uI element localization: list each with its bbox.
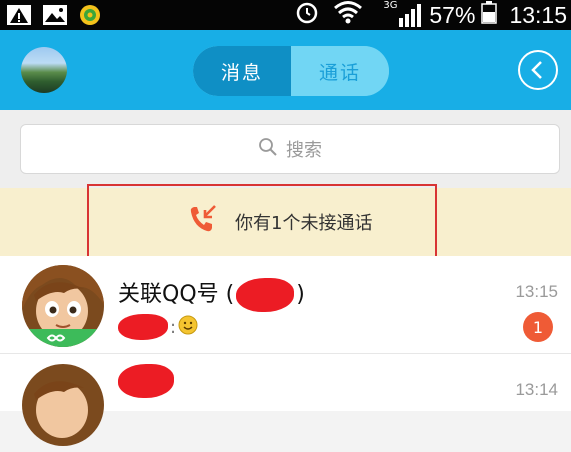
app-notification-icon xyxy=(78,4,102,30)
missed-call-banner[interactable]: 你有1个未接通话 xyxy=(0,188,571,256)
conversation-time: 13:14 xyxy=(515,380,558,399)
profile-avatar[interactable] xyxy=(21,47,67,93)
status-right-icons: 3G 57% 13:15 xyxy=(295,0,567,30)
search-input[interactable]: 搜索 xyxy=(20,124,560,174)
missed-call-icon xyxy=(185,202,221,243)
contact-avatar xyxy=(22,265,104,347)
smiley-emoji-icon xyxy=(178,315,198,340)
redaction-mark xyxy=(118,364,174,398)
conversation-title xyxy=(118,364,174,404)
conversation-preview: : xyxy=(118,314,198,340)
alarm-icon xyxy=(295,0,319,30)
conversation-row[interactable]: 关联QQ号 () : 13:15 1 xyxy=(0,256,571,354)
search-placeholder: 搜索 xyxy=(286,140,322,161)
battery-percent: 57% xyxy=(429,1,476,28)
back-button[interactable] xyxy=(518,50,558,90)
contact-avatar xyxy=(22,364,104,446)
tab-calls[interactable]: 通话 xyxy=(291,46,389,96)
wifi-icon xyxy=(333,0,363,30)
signal-icon: 3G xyxy=(383,0,423,28)
clock: 13:15 xyxy=(509,1,567,28)
conversation-time: 13:15 xyxy=(515,282,558,301)
conversation-title-suffix: ) xyxy=(296,282,305,307)
conversation-title: 关联QQ号 () xyxy=(118,276,305,312)
status-bar: 3G 57% 13:15 xyxy=(0,0,571,30)
redaction-mark xyxy=(236,278,295,312)
missed-call-text: 你有1个未接通话 xyxy=(235,213,373,234)
gallery-icon xyxy=(42,4,68,30)
battery-icon xyxy=(481,0,498,30)
search-area: 搜索 xyxy=(0,110,571,188)
tab-switcher: 消息 通话 xyxy=(193,46,389,96)
search-icon xyxy=(258,137,278,162)
tab-messages[interactable]: 消息 xyxy=(193,46,291,96)
unread-badge: 1 xyxy=(523,312,553,342)
warning-icon xyxy=(6,4,32,30)
redaction-mark xyxy=(118,314,168,340)
conversation-title-prefix: 关联QQ号 ( xyxy=(118,282,235,307)
app-header: 消息 通话 xyxy=(0,30,571,110)
conversation-row[interactable]: 13:14 xyxy=(0,354,571,452)
